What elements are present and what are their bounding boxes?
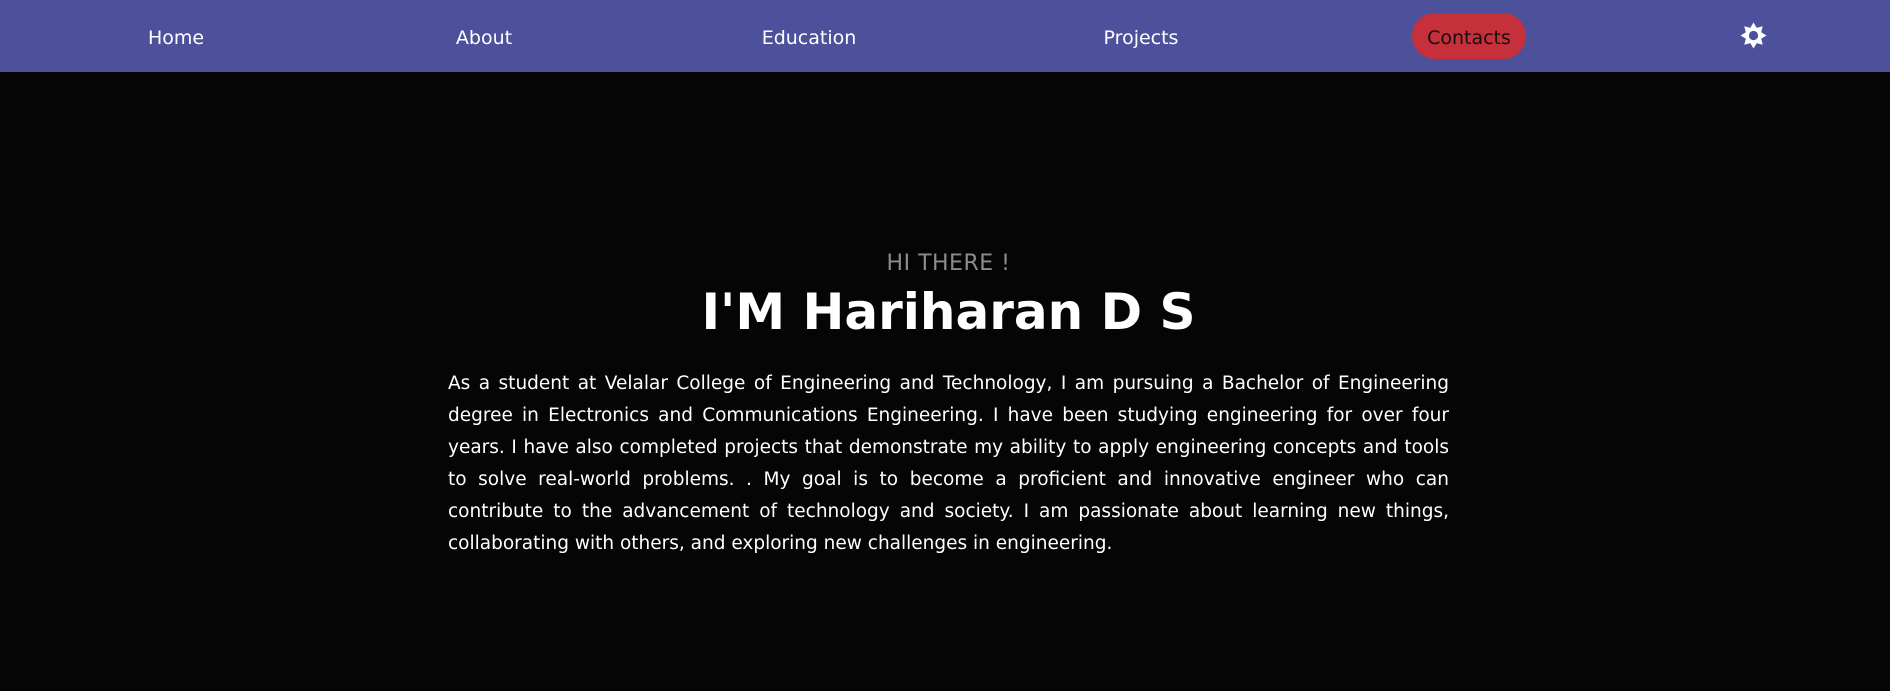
intro-paragraph: As a student at Velalar College of Engin… (448, 373, 1449, 554)
nav-education-link[interactable]: Education (729, 0, 889, 72)
greeting-text: HI THERE ! (886, 251, 1011, 276)
nav-contacts-button[interactable]: Contacts (1412, 13, 1526, 59)
nav-about-link[interactable]: About (404, 0, 564, 72)
sun-icon[interactable] (1740, 22, 1767, 49)
hero-section: HI THERE ! I'M Hariharan D S As a studen… (448, 248, 1449, 579)
nav-home-link[interactable]: Home (96, 0, 256, 72)
navbar: Home About Education Projects Contacts (0, 0, 1890, 72)
nav-projects-link[interactable]: Projects (1061, 0, 1221, 72)
hero-name-heading: I'M Hariharan D S (701, 283, 1196, 341)
